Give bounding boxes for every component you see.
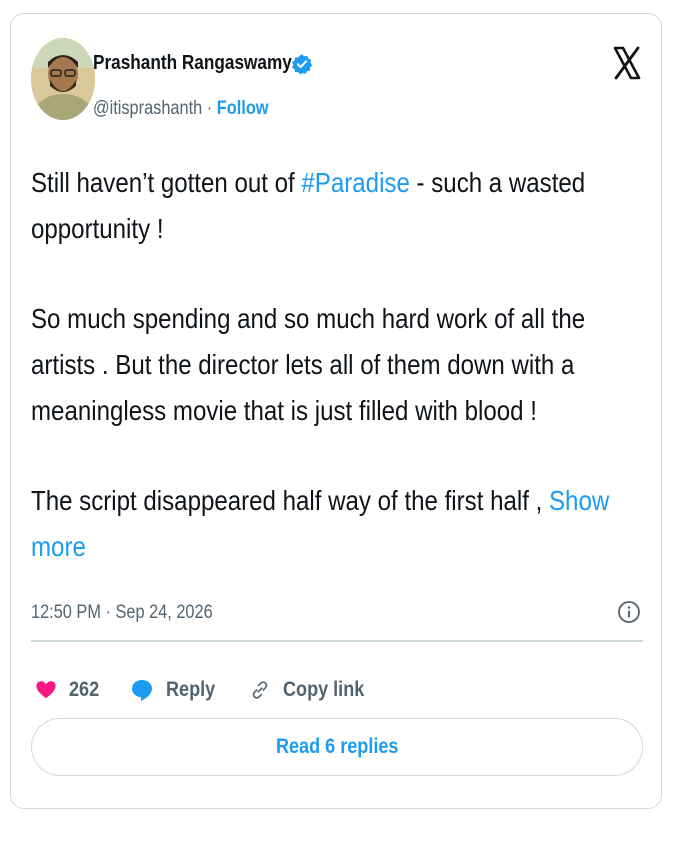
tweet-timestamp[interactable]: 12:50 PM · Sep 24, 2026 — [31, 602, 213, 624]
heart-icon — [36, 681, 56, 699]
verified-badge-icon — [292, 53, 313, 74]
reply-button[interactable]: Reply — [130, 678, 223, 702]
like-count: 262 — [69, 678, 100, 701]
show-more-link[interactable]: Show — [549, 485, 609, 516]
tweet-text-segment: - such a wasted — [409, 167, 586, 198]
link-icon — [252, 681, 268, 699]
avatar[interactable] — [31, 38, 95, 120]
action-bar: 262 Reply Copy link — [35, 674, 404, 706]
tweet-line: more — [31, 524, 564, 570]
avatar-image — [31, 38, 95, 120]
info-icon[interactable] — [617, 600, 641, 624]
copy-link-button[interactable]: Copy link — [249, 678, 378, 702]
read-replies-label: Read 6 replies — [275, 735, 399, 758]
reply-label: Reply — [166, 678, 216, 701]
handle-row: @itisprashanth · Follow — [93, 98, 269, 120]
like-button[interactable]: 262 — [35, 678, 104, 702]
author-handle[interactable]: @itisprashanth — [93, 98, 202, 119]
tweet-card: Prashanth Rangaswamy @itisprashanth · Fo… — [10, 13, 662, 809]
copy-link-label: Copy link — [283, 678, 365, 701]
tweet-text-segment: Still haven’t gotten out of — [31, 167, 302, 198]
divider — [31, 640, 643, 642]
speech-bubble-icon — [132, 680, 153, 701]
show-more-link-continued[interactable]: more — [31, 531, 86, 562]
tweet-line: The script disappeared half way of the f… — [31, 478, 609, 524]
tweet-line: meaningless movie that is just filled wi… — [31, 395, 537, 426]
x-logo-icon[interactable] — [613, 42, 641, 84]
tweet-line: So much spending and so much hard work o… — [31, 303, 586, 334]
author-name-row: Prashanth Rangaswamy — [93, 52, 313, 75]
tweet-line: artists . But the director lets all of t… — [31, 349, 575, 380]
read-replies-button[interactable]: Read 6 replies — [31, 718, 643, 776]
tweet-line: Still haven’t gotten out of #Paradise - … — [31, 160, 585, 206]
author-name[interactable]: Prashanth Rangaswamy — [93, 52, 292, 75]
tweet-line: opportunity ! — [31, 213, 164, 244]
tweet-text-segment: The script disappeared half way of the f… — [31, 485, 549, 516]
hashtag-link[interactable]: #Paradise — [301, 167, 409, 198]
tweet-text: Still haven’t gotten out of #Paradise - … — [31, 160, 651, 570]
separator-dot: · — [206, 98, 213, 119]
follow-link[interactable]: Follow — [217, 98, 269, 119]
